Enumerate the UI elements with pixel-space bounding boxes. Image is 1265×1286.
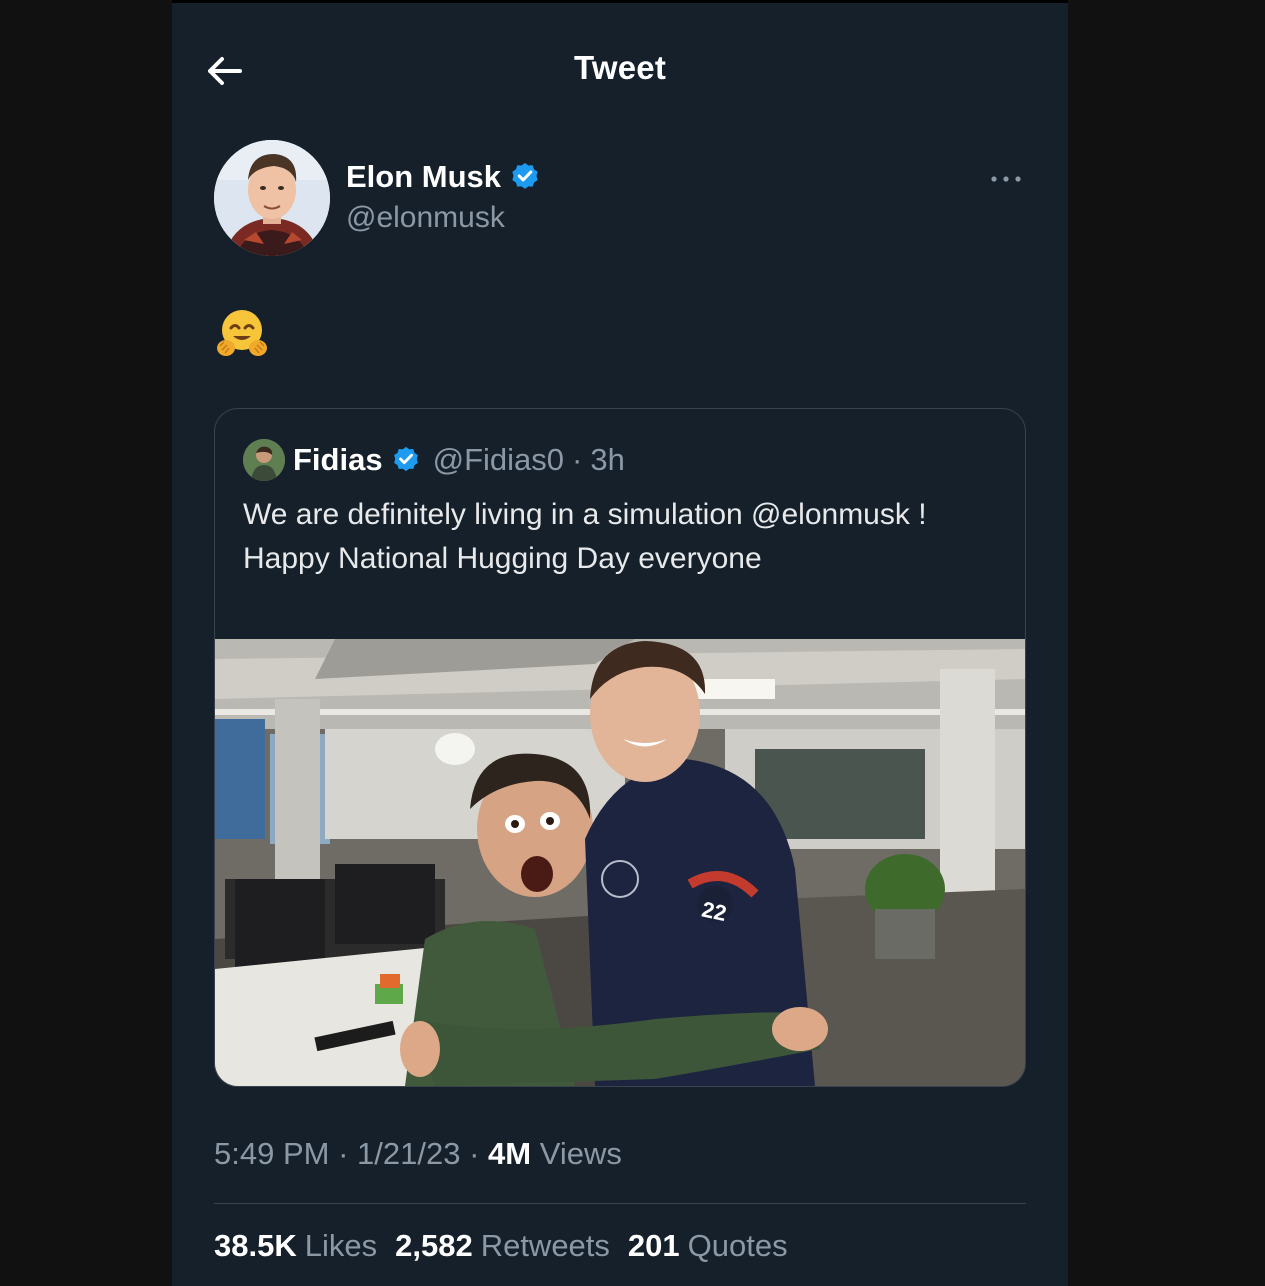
quotes-label: Quotes xyxy=(687,1228,788,1263)
quoted-timestamp[interactable]: 3h xyxy=(590,442,624,478)
hugging-face-emoji-icon xyxy=(217,310,267,356)
author-name[interactable]: Elon Musk xyxy=(346,159,541,195)
author-avatar-image xyxy=(214,140,330,256)
quoted-author-handle[interactable]: @Fidias0 xyxy=(433,442,564,478)
page-title: Tweet xyxy=(573,49,667,86)
author-handle[interactable]: @elonmusk xyxy=(346,201,505,235)
tweet-date[interactable]: 1/21/23 xyxy=(357,1136,460,1171)
quoted-tweet-photo[interactable]: 22 xyxy=(215,639,1025,1086)
verified-badge-icon xyxy=(393,446,418,472)
likes-stat[interactable]: 38.5K Likes xyxy=(214,1228,377,1264)
quotes-count: 201 xyxy=(627,1228,680,1263)
quoted-separator: · xyxy=(572,442,583,477)
left-backdrop xyxy=(0,0,172,1286)
tweet-time[interactable]: 5:49 PM xyxy=(214,1136,329,1171)
author-name-text: Elon Musk xyxy=(346,159,502,194)
quoted-tweet-text: We are definitely living in a simulation… xyxy=(243,498,927,575)
quoted-tweet-header: Fidias @Fidias0 · 3h xyxy=(243,439,625,481)
meta-separator: · xyxy=(338,1136,349,1171)
divider xyxy=(214,1203,1026,1204)
quoted-avatar-image xyxy=(243,439,285,481)
quoted-tweet-card[interactable]: Fidias @Fidias0 · 3h We are definitely l… xyxy=(214,408,1026,1087)
views-label: Views xyxy=(539,1136,622,1171)
retweets-count: 2,582 xyxy=(395,1228,473,1263)
tweet-text-emoji xyxy=(216,308,268,360)
likes-label: Likes xyxy=(304,1228,378,1263)
likes-count: 38.5K xyxy=(214,1228,297,1263)
views-count: 4M xyxy=(488,1136,532,1171)
right-backdrop xyxy=(1068,0,1265,1286)
more-horizontal-icon xyxy=(991,176,1021,182)
engagement-stats: 38.5K Likes 2,582 Retweets 201 Quotes xyxy=(214,1228,788,1264)
quotes-stat[interactable]: 201 Quotes xyxy=(628,1228,788,1264)
tweet-metadata: 5:49 PM · 1/21/23 · 4M Views xyxy=(214,1136,622,1172)
retweets-label: Retweets xyxy=(480,1228,610,1263)
tweet-panel: Tweet Elon Musk @elonmusk Fidias @Fidias… xyxy=(172,3,1068,1286)
quoted-author-name[interactable]: Fidias xyxy=(293,442,383,478)
svg-text:22: 22 xyxy=(700,897,729,927)
author-avatar[interactable] xyxy=(214,140,330,256)
retweets-stat[interactable]: 2,582 Retweets xyxy=(395,1228,610,1264)
quoted-author-avatar[interactable] xyxy=(243,439,285,481)
verified-badge-icon xyxy=(512,163,538,189)
more-options-button[interactable] xyxy=(988,171,1024,187)
meta-separator: · xyxy=(469,1136,480,1171)
